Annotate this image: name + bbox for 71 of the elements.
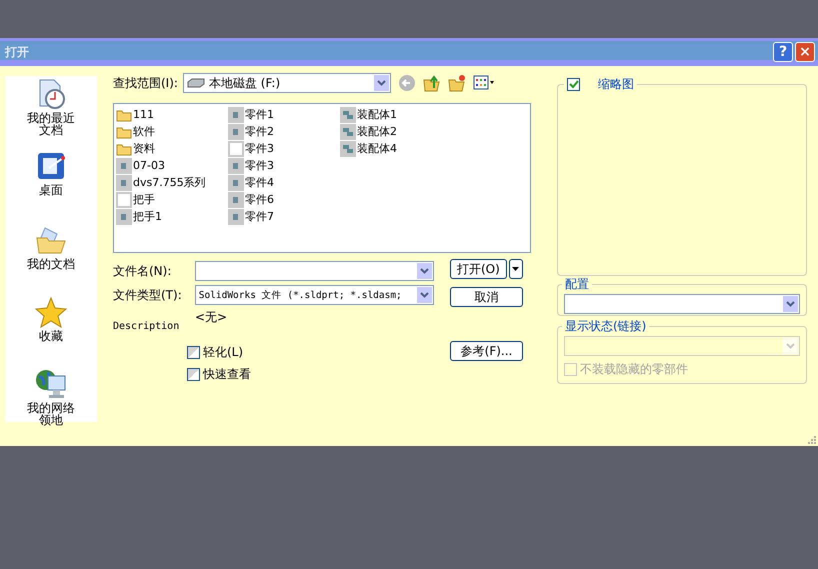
drive-icon [186, 78, 205, 88]
window-title: 打开 [5, 44, 30, 60]
file-type-dropdown[interactable]: SolidWorks 文件 (*.sldprt; *.sldasm; [194, 285, 434, 305]
thumbnail-checkbox[interactable]: 缩略图 [564, 77, 637, 91]
caret-icon [512, 267, 520, 271]
file-item[interactable]: 把手1 [116, 208, 162, 225]
file-name-field[interactable] [194, 261, 434, 281]
assembly-file-icon [340, 140, 356, 156]
file-item[interactable]: 零件7 [228, 208, 274, 225]
file-item[interactable]: 装配体1 [340, 106, 397, 123]
assembly-file-icon [340, 124, 356, 140]
check-icon [568, 80, 578, 88]
folder-icon [116, 142, 132, 156]
places-item[interactable]: 我的最近文档 [25, 78, 77, 150]
option-checkbox[interactable]: 轻化(L) [187, 344, 434, 361]
configuration-label: 配置 [562, 277, 592, 291]
part-file-icon [228, 106, 244, 122]
open-button[interactable]: 打开(O) [450, 259, 507, 279]
file-item[interactable]: 07-03 [116, 157, 165, 174]
part-file-icon [116, 174, 132, 190]
file-item[interactable]: 零件3 [228, 140, 274, 157]
look-in-label: 查找范围(I): [113, 74, 178, 92]
places-item[interactable]: 我的文档 [25, 224, 77, 296]
file-item[interactable]: 零件4 [228, 174, 274, 191]
folder-icon [116, 108, 132, 122]
file-item[interactable]: dvs7.755系列 [116, 174, 206, 191]
reference-button[interactable]: 参考(F)... [450, 341, 523, 361]
display-state-label: 显示状态(链接) [562, 319, 650, 333]
part-file-icon [116, 208, 132, 224]
file-item[interactable]: 装配体2 [340, 123, 397, 140]
desktop-icon [35, 150, 67, 182]
blank-file-icon [116, 192, 132, 208]
new-folder-icon[interactable] [448, 74, 466, 92]
file-name-label: 文件名(N): [113, 262, 172, 280]
folder-icon [116, 124, 132, 138]
globe-monitor-icon [35, 368, 67, 400]
view-menu-icon[interactable] [472, 75, 495, 91]
file-item[interactable]: 零件2 [228, 123, 274, 140]
description-label: Description [113, 321, 180, 332]
description-value: <无> [195, 309, 228, 326]
option-checkbox[interactable]: 快速查看 [187, 366, 434, 383]
file-type-label: 文件类型(T): [113, 286, 183, 304]
file-item[interactable]: 零件3 [228, 157, 274, 174]
part-file-icon [228, 174, 244, 190]
file-item[interactable]: 零件6 [228, 191, 274, 208]
part-file-icon [116, 158, 132, 174]
file-item[interactable]: 资料 [116, 140, 155, 157]
part-file-icon [228, 192, 244, 208]
blank-file-icon [228, 140, 244, 156]
assembly-file-icon [340, 106, 356, 122]
back-icon[interactable] [398, 74, 416, 92]
places-item[interactable]: 收藏 [25, 296, 77, 368]
star-icon [35, 296, 67, 328]
close-button[interactable]: × [795, 42, 815, 62]
places-item[interactable]: 桌面 [25, 150, 77, 224]
file-item[interactable]: 装配体4 [340, 140, 397, 157]
places-item[interactable]: 我的网络领地 [25, 368, 77, 440]
look-in-dropdown[interactable]: 本地磁盘 (F:) [182, 73, 391, 93]
part-file-icon [228, 208, 244, 224]
file-item[interactable]: 把手 [116, 191, 155, 208]
part-file-icon [228, 158, 244, 174]
open-menu-button[interactable] [508, 259, 523, 279]
file-item[interactable]: 111 [116, 106, 154, 123]
help-button[interactable]: ? [773, 42, 793, 62]
cancel-button[interactable]: 取消 [450, 287, 523, 307]
file-item[interactable]: 零件1 [228, 106, 274, 123]
up-folder-icon[interactable] [422, 74, 441, 92]
configuration-dropdown[interactable] [564, 294, 800, 314]
part-file-icon [228, 124, 244, 140]
resize-grip-icon[interactable] [806, 434, 816, 444]
file-item[interactable]: 软件 [116, 123, 155, 140]
